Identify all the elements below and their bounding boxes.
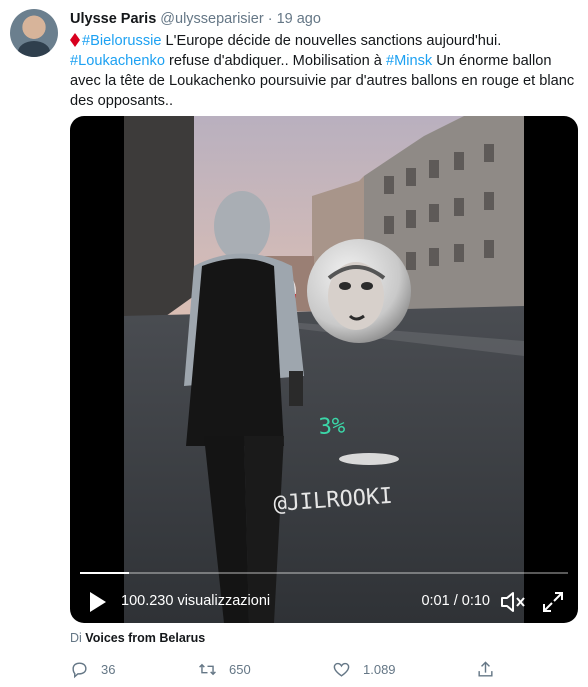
video-player[interactable]: 3% @JILROOKI 100.230 visualizzazioni 0:0… [70,116,578,623]
street-scene: 3% @JILROOKI [124,116,524,623]
text-segment: L'Europe décide de nouvelles sanctions a… [161,33,502,49]
video-attribution: Di Voices from Belarus [70,631,205,645]
timestamp[interactable]: 19 ago [277,11,321,27]
like-count: 1.089 [363,661,396,677]
play-icon[interactable] [88,590,108,614]
view-count: 100.230 visualizzazioni [121,593,271,609]
retweet-icon [199,663,216,675]
tweet-text: #Bielorussie L'Europe décide de nouvelle… [70,31,575,111]
avatar[interactable] [10,9,58,57]
fullscreen-icon[interactable] [541,590,565,614]
volume-icon[interactable] [500,590,526,614]
share-icon [478,660,493,677]
reply-icon [72,661,87,678]
retweet-count: 650 [229,661,251,677]
graffiti-green: 3% [318,414,346,440]
video-time: 0:01 / 0:10 [421,593,490,609]
video-progress-bar[interactable] [80,572,568,574]
hashtag-bielorussie[interactable]: #Bielorussie [82,33,162,49]
like-button[interactable]: 1.089 [332,658,396,680]
hashtag-loukachenko[interactable]: #Loukachenko [70,53,165,69]
retweet-button[interactable]: 650 [198,658,251,680]
video-frame[interactable]: 3% @JILROOKI [124,116,524,623]
like-icon [333,662,350,677]
tweet-actions: 36 650 1.089 [70,658,510,680]
tweet-header: Ulysse Paris @ulysseparisier · 19 ago [70,11,321,27]
author-name[interactable]: Ulysse Paris [70,11,156,27]
share-button[interactable] [476,658,507,680]
reply-button[interactable]: 36 [70,658,115,680]
attribution-source[interactable]: Voices from Belarus [85,631,205,645]
hashtag-minsk[interactable]: #Minsk [386,53,432,69]
video-progress-fill [80,572,129,574]
author-handle[interactable]: @ulysseparisier [160,11,263,27]
reply-count: 36 [101,661,116,677]
attribution-prefix: Di [70,631,82,645]
header-separator: · [267,11,273,27]
text-segment: refuse d'abdiquer.. Mobilisation à [164,53,386,69]
red-diamond-icon [70,33,80,47]
